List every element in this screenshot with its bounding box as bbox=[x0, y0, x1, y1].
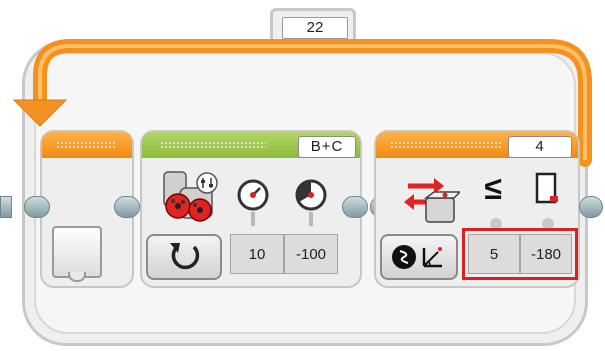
param-stem bbox=[251, 212, 255, 226]
power-left-gauge-icon bbox=[237, 179, 269, 211]
power-right-input[interactable]: -100 bbox=[284, 234, 338, 274]
loop-mode-selector[interactable] bbox=[52, 226, 102, 278]
threshold-value-icon bbox=[535, 172, 558, 204]
mode-settings-icon[interactable] bbox=[196, 172, 218, 194]
sequence-plug-1[interactable] bbox=[114, 196, 140, 218]
sensor-port-selector[interactable]: 4 bbox=[508, 136, 572, 158]
sequence-wire-stub bbox=[0, 196, 12, 218]
power-right-gauge-icon bbox=[295, 179, 327, 211]
gyro-change-icon bbox=[404, 178, 460, 223]
comparison-type-symbol: ≤ bbox=[484, 170, 502, 206]
sequence-plug-right[interactable] bbox=[579, 196, 603, 218]
on-forever-icon bbox=[170, 243, 200, 270]
highlight-box bbox=[462, 228, 578, 280]
motor-ports-selector[interactable]: B+C bbox=[298, 136, 356, 158]
loop-start-header bbox=[42, 132, 132, 158]
wait-mode-button[interactable] bbox=[380, 234, 458, 280]
gyro-angle-mode-icon bbox=[392, 245, 442, 269]
sequence-plug-left[interactable] bbox=[24, 196, 50, 218]
sequence-plug-3[interactable] bbox=[342, 196, 368, 218]
move-mode-button[interactable] bbox=[146, 234, 222, 280]
power-left-input[interactable]: 10 bbox=[230, 234, 284, 274]
param-stem bbox=[309, 212, 313, 226]
